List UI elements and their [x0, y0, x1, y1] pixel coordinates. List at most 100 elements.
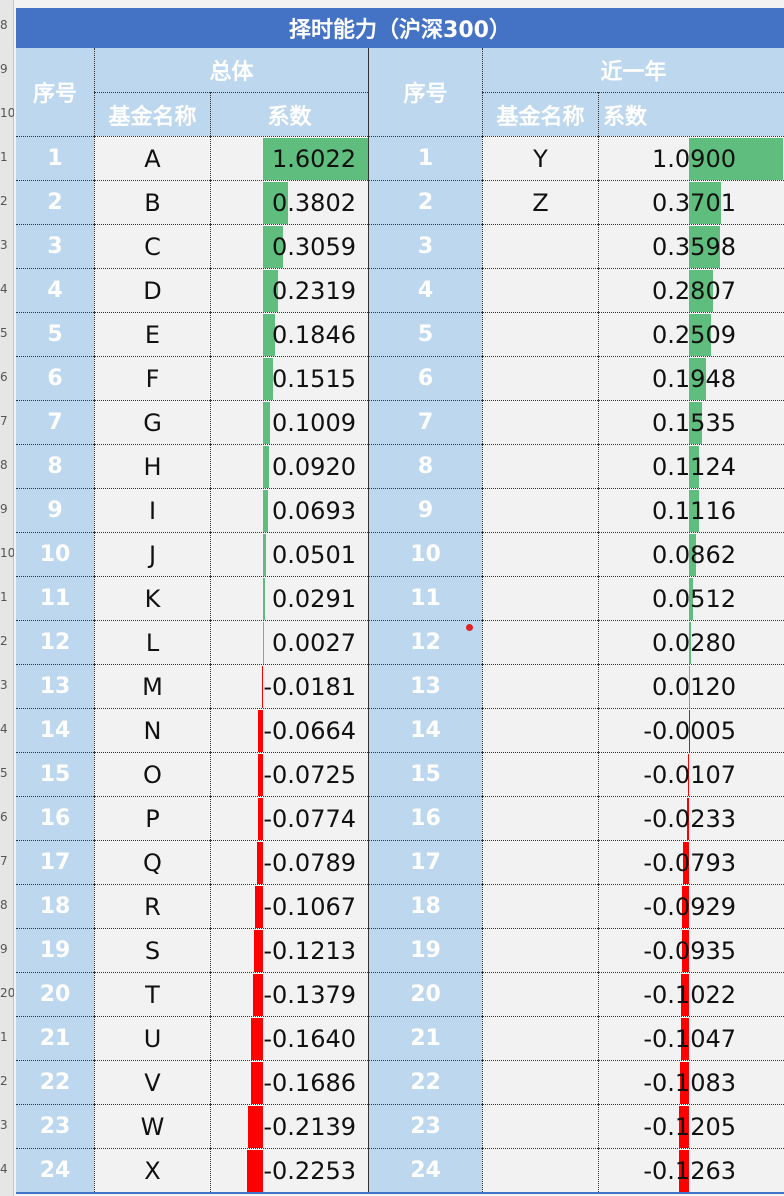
fund-name-cell[interactable]: D	[94, 268, 210, 312]
fund-name-cell-recent[interactable]	[482, 1104, 598, 1148]
coef-cell[interactable]: 1.6022	[210, 136, 369, 180]
fund-name-cell-recent[interactable]	[482, 620, 598, 664]
coef-cell[interactable]: -0.0725	[210, 752, 368, 796]
fund-name-cell-recent[interactable]	[482, 928, 598, 972]
coef-cell-recent[interactable]: 0.0512	[598, 576, 784, 620]
fund-name-cell-recent[interactable]	[482, 972, 598, 1016]
fund-name-cell[interactable]: W	[94, 1104, 210, 1148]
coef-cell[interactable]: -0.2253	[210, 1148, 368, 1192]
fund-name-cell[interactable]: S	[94, 928, 210, 972]
fund-name-cell-recent[interactable]	[482, 884, 598, 928]
fund-name-cell-recent[interactable]: Y	[482, 136, 598, 180]
coef-cell[interactable]: 0.3059	[210, 224, 368, 268]
row-number: 1	[0, 590, 8, 604]
fund-name-cell-recent[interactable]	[482, 708, 598, 752]
fund-name-cell-recent[interactable]	[482, 1148, 598, 1192]
coef-cell[interactable]: 0.1846	[210, 312, 368, 356]
coef-cell-recent[interactable]: -0.1263	[598, 1148, 784, 1192]
fund-name-cell-recent[interactable]	[482, 488, 598, 532]
row-index-recent: 24	[368, 1148, 482, 1192]
coef-cell-recent[interactable]: 0.2807	[598, 268, 784, 312]
fund-name-cell[interactable]: B	[94, 180, 210, 224]
fund-name-cell[interactable]: O	[94, 752, 210, 796]
coef-cell-recent[interactable]: -0.0233	[598, 796, 784, 840]
fund-name-cell[interactable]: T	[94, 972, 210, 1016]
coef-cell[interactable]: 0.1009	[210, 400, 368, 444]
coef-cell-recent[interactable]: -0.0929	[598, 884, 784, 928]
coef-cell-recent[interactable]: -0.0935	[598, 928, 784, 972]
fund-name-cell-recent[interactable]	[482, 224, 598, 268]
fund-name-cell-recent[interactable]	[482, 796, 598, 840]
coef-cell-recent[interactable]: -0.1022	[598, 972, 784, 1016]
coef-cell[interactable]: -0.1213	[210, 928, 368, 972]
row-number: 8	[0, 898, 8, 912]
fund-name-cell[interactable]: K	[94, 576, 210, 620]
coef-cell-recent[interactable]: -0.0793	[598, 840, 784, 884]
fund-name-cell-recent[interactable]	[482, 664, 598, 708]
coef-cell-recent[interactable]: -0.1205	[598, 1104, 784, 1148]
coef-cell[interactable]: -0.2139	[210, 1104, 368, 1148]
coef-cell[interactable]: -0.0664	[210, 708, 368, 752]
fund-name-cell[interactable]: P	[94, 796, 210, 840]
coef-cell[interactable]: 0.0291	[210, 576, 368, 620]
coef-cell-recent[interactable]: 0.1116	[598, 488, 784, 532]
fund-name-cell-recent[interactable]	[482, 752, 598, 796]
fund-name-cell-recent[interactable]	[482, 840, 598, 884]
fund-name-cell-recent[interactable]: Z	[482, 180, 598, 224]
fund-name-cell[interactable]: U	[94, 1016, 210, 1060]
coef-cell[interactable]: 0.0027	[210, 620, 368, 664]
coef-cell[interactable]: 0.2319	[210, 268, 368, 312]
coef-cell[interactable]: 0.0693	[210, 488, 368, 532]
coef-cell-recent[interactable]: 0.3701	[598, 180, 784, 224]
coef-cell-recent[interactable]: 0.1124	[598, 444, 784, 488]
fund-name-cell-recent[interactable]	[482, 532, 598, 576]
data-bar	[263, 446, 270, 488]
coef-cell-recent[interactable]: 0.0120	[598, 664, 784, 708]
fund-name-cell-recent[interactable]	[482, 1060, 598, 1104]
coef-cell-recent[interactable]: -0.0107	[598, 752, 784, 796]
fund-name-cell[interactable]: H	[94, 444, 210, 488]
coef-cell-recent[interactable]: 0.0862	[598, 532, 784, 576]
coef-cell-recent[interactable]: 0.0280	[598, 620, 784, 664]
coef-cell[interactable]: -0.1067	[210, 884, 368, 928]
coef-cell-recent[interactable]: 0.1948	[598, 356, 784, 400]
fund-name-cell[interactable]: E	[94, 312, 210, 356]
coef-cell-recent[interactable]: -0.1047	[598, 1016, 784, 1060]
fund-name-cell[interactable]: F	[94, 356, 210, 400]
coef-cell[interactable]: 0.0501	[210, 532, 368, 576]
coef-cell[interactable]: -0.0774	[210, 796, 368, 840]
fund-name-cell[interactable]: I	[94, 488, 210, 532]
fund-name-cell[interactable]: X	[94, 1148, 210, 1192]
coef-cell-recent[interactable]: 0.2509	[598, 312, 784, 356]
fund-name-cell[interactable]: J	[94, 532, 210, 576]
fund-name-cell-recent[interactable]	[482, 576, 598, 620]
coef-cell[interactable]: 0.3802	[210, 180, 368, 224]
coef-cell-recent[interactable]: 1.0900	[598, 136, 784, 180]
fund-name-cell-recent[interactable]	[482, 444, 598, 488]
fund-name-cell-recent[interactable]	[482, 1016, 598, 1060]
coef-cell[interactable]: 0.1515	[210, 356, 368, 400]
fund-name-cell[interactable]: L	[94, 620, 210, 664]
fund-name-cell[interactable]: C	[94, 224, 210, 268]
coef-cell-recent[interactable]: -0.0005	[598, 708, 784, 752]
coef-cell-recent[interactable]: 0.1535	[598, 400, 784, 444]
coef-cell[interactable]: -0.0789	[210, 840, 368, 884]
fund-name-cell-recent[interactable]	[482, 356, 598, 400]
fund-name-cell[interactable]: Q	[94, 840, 210, 884]
fund-name-cell[interactable]: R	[94, 884, 210, 928]
fund-name-cell[interactable]: A	[94, 136, 210, 180]
coef-cell[interactable]: -0.1379	[210, 972, 368, 1016]
fund-name-cell-recent[interactable]	[482, 400, 598, 444]
coef-cell[interactable]: -0.1640	[210, 1016, 368, 1060]
coef-cell[interactable]: -0.0181	[210, 664, 368, 708]
fund-name-cell-recent[interactable]	[482, 312, 598, 356]
coef-cell[interactable]: 0.0920	[210, 444, 368, 488]
coef-cell-recent[interactable]: 0.3598	[598, 224, 784, 268]
fund-name-cell[interactable]: M	[94, 664, 210, 708]
fund-name-cell[interactable]: N	[94, 708, 210, 752]
fund-name-cell-recent[interactable]	[482, 268, 598, 312]
coef-cell[interactable]: -0.1686	[210, 1060, 368, 1104]
fund-name-cell[interactable]: V	[94, 1060, 210, 1104]
coef-cell-recent[interactable]: -0.1083	[598, 1060, 784, 1104]
fund-name-cell[interactable]: G	[94, 400, 210, 444]
